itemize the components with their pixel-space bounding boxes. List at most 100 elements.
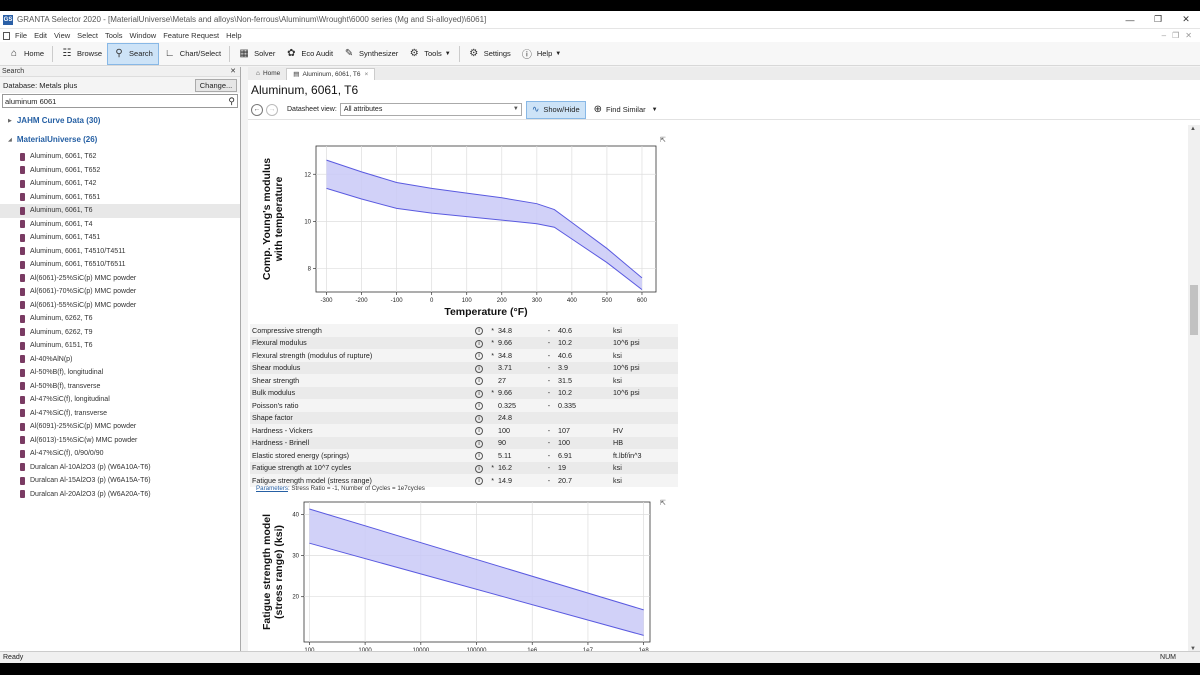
info-icon[interactable]: i xyxy=(470,399,488,412)
group-material-universe[interactable]: ◢ MaterialUniverse (26) xyxy=(0,133,240,146)
list-item[interactable]: Al-50%B(f), transverse xyxy=(0,380,240,394)
parameters-link[interactable]: Parameters xyxy=(256,485,288,492)
settings-button[interactable]: ⚙ Settings xyxy=(463,43,516,65)
menu-feature-request[interactable]: Feature Request xyxy=(163,31,219,40)
info-icon[interactable]: i xyxy=(470,349,488,362)
list-item[interactable]: Aluminum, 6061, T62 xyxy=(0,150,240,164)
chart-expand-icon[interactable]: ⇱ xyxy=(660,136,666,144)
chart-expand-icon[interactable]: ⇱ xyxy=(660,499,666,507)
menu-help[interactable]: Help xyxy=(226,31,241,40)
info-circle-icon[interactable]: i xyxy=(475,402,483,411)
document-icon[interactable] xyxy=(3,31,10,40)
eco-audit-button[interactable]: ✿ Eco Audit xyxy=(280,43,338,65)
help-button[interactable]: ⓘ Help ▼ xyxy=(516,43,566,65)
info-circle-icon[interactable]: i xyxy=(475,427,483,436)
info-circle-icon[interactable]: i xyxy=(475,339,483,348)
menu-select[interactable]: Select xyxy=(77,31,98,40)
info-icon[interactable]: i xyxy=(470,474,488,487)
list-item[interactable]: Al(6061)-55%SiC(p) MMC powder xyxy=(0,299,240,313)
minimize-icon[interactable]: — xyxy=(1116,15,1144,25)
list-item[interactable]: Aluminum, 6061, T651 xyxy=(0,191,240,205)
back-arrow-icon[interactable]: ← xyxy=(251,103,263,116)
list-item[interactable]: Al(6091)-25%SiC(p) MMC powder xyxy=(0,420,240,434)
info-icon[interactable]: i xyxy=(470,374,488,387)
list-item[interactable]: Al-47%SiC(f), longitudinal xyxy=(0,393,240,407)
tab-datasheet[interactable]: ▤ Aluminum, 6061, T6 × xyxy=(286,68,376,81)
info-circle-icon[interactable]: i xyxy=(475,439,483,448)
menu-file[interactable]: File xyxy=(15,31,27,40)
info-circle-icon[interactable]: i xyxy=(475,327,483,336)
info-circle-icon[interactable]: i xyxy=(475,414,483,423)
menu-window[interactable]: Window xyxy=(130,31,157,40)
list-item[interactable]: Al(6013)-15%SiC(w) MMC powder xyxy=(0,434,240,448)
list-item[interactable]: Al(6061)-25%SiC(p) MMC powder xyxy=(0,272,240,286)
tools-button[interactable]: ⚙ Tools ▼ xyxy=(403,43,455,65)
scrollbar-thumb[interactable] xyxy=(1190,285,1198,335)
material-record-icon xyxy=(20,233,25,242)
list-item[interactable]: Aluminum, 6061, T652 xyxy=(0,164,240,178)
info-circle-icon[interactable]: i xyxy=(475,477,483,486)
search-input[interactable]: aluminum 6061 ⚲ xyxy=(2,94,238,108)
group-jahm-curve-data[interactable]: ▶ JAHM Curve Data (30) xyxy=(0,114,240,127)
list-item[interactable]: Al-50%B(f), longitudinal xyxy=(0,366,240,380)
inner-close-icon[interactable]: ✕ xyxy=(1185,31,1192,40)
list-item[interactable]: Aluminum, 6262, T6 xyxy=(0,312,240,326)
info-icon[interactable]: i xyxy=(470,386,488,399)
info-icon[interactable]: i xyxy=(470,361,488,374)
panel-close-icon[interactable]: ✕ xyxy=(230,67,240,76)
datasheet-view-select[interactable]: All attributes ▼ xyxy=(339,103,522,116)
collapse-arrow-icon[interactable]: ◢ xyxy=(8,137,12,143)
list-item[interactable]: Al-47%SiC(f), 0/90/0/90 xyxy=(0,447,240,461)
change-database-button[interactable]: Change... xyxy=(195,78,237,92)
search-button[interactable]: ⚲ Search xyxy=(107,42,159,65)
find-similar-button[interactable]: ⊕ Find Similar ▼ xyxy=(594,104,658,115)
tab-home[interactable]: ⌂ Home xyxy=(250,68,286,80)
scroll-up-icon[interactable]: ▲ xyxy=(1190,126,1196,132)
inner-minimize-icon[interactable]: – xyxy=(1162,31,1166,40)
tab-close-icon[interactable]: × xyxy=(365,69,369,81)
show-hide-button[interactable]: ∿ Show/Hide xyxy=(525,100,586,119)
info-icon[interactable]: i xyxy=(470,411,488,424)
info-icon[interactable]: i xyxy=(470,461,488,474)
list-item[interactable]: Aluminum, 6151, T6 xyxy=(0,339,240,353)
close-icon[interactable]: ✕ xyxy=(1172,14,1200,25)
list-item[interactable]: Aluminum, 6262, T9 xyxy=(0,326,240,340)
synthesizer-button[interactable]: ✎ Synthesizer xyxy=(338,43,403,65)
info-circle-icon[interactable]: i xyxy=(475,377,483,386)
info-circle-icon[interactable]: i xyxy=(475,352,483,361)
restore-icon[interactable]: ❐ xyxy=(1144,14,1172,25)
list-item[interactable]: Aluminum, 6061, T42 xyxy=(0,177,240,191)
list-item[interactable]: Aluminum, 6061, T6510/T6511 xyxy=(0,258,240,272)
list-item[interactable]: Al-40%AlN(p) xyxy=(0,353,240,367)
list-item[interactable]: Aluminum, 6061, T451 xyxy=(0,231,240,245)
info-icon[interactable]: i xyxy=(470,324,488,337)
info-icon[interactable]: i xyxy=(470,336,488,349)
info-circle-icon[interactable]: i xyxy=(475,452,483,461)
info-circle-icon[interactable]: i xyxy=(475,364,483,373)
expand-arrow-icon[interactable]: ▶ xyxy=(8,118,12,124)
datasheet-scrollbar[interactable]: ▲ ▼ xyxy=(1188,125,1200,653)
chart-select-button[interactable]: ∟ Chart/Select xyxy=(159,43,226,65)
menu-edit[interactable]: Edit xyxy=(34,31,47,40)
search-icon[interactable]: ⚲ xyxy=(228,96,235,107)
list-item[interactable]: Aluminum, 6061, T4 xyxy=(0,218,240,232)
info-circle-icon[interactable]: i xyxy=(475,389,483,398)
info-circle-icon[interactable]: i xyxy=(475,464,483,473)
list-item[interactable]: Duralcan Al-15Al2O3 (p) (W6A15A-T6) xyxy=(0,474,240,488)
list-item[interactable]: Duralcan Al-20Al2O3 (p) (W6A20A-T6) xyxy=(0,488,240,502)
info-icon[interactable]: i xyxy=(470,436,488,449)
list-item[interactable]: Al(6061)-70%SiC(p) MMC powder xyxy=(0,285,240,299)
menu-view[interactable]: View xyxy=(54,31,70,40)
forward-arrow-icon[interactable]: → xyxy=(266,103,278,116)
list-item[interactable]: Duralcan Al-10Al2O3 (p) (W6A10A-T6) xyxy=(0,461,240,475)
browse-button[interactable]: ☷ Browse xyxy=(56,43,107,65)
list-item[interactable]: Al-47%SiC(f), transverse xyxy=(0,407,240,421)
home-button[interactable]: ⌂ Home xyxy=(3,43,49,65)
solver-button[interactable]: ▦ Solver xyxy=(233,43,280,65)
info-icon[interactable]: i xyxy=(470,449,488,462)
list-item[interactable]: Aluminum, 6061, T6 xyxy=(0,204,240,218)
inner-restore-icon[interactable]: ❐ xyxy=(1172,31,1179,40)
info-icon[interactable]: i xyxy=(470,424,488,437)
list-item[interactable]: Aluminum, 6061, T4510/T4511 xyxy=(0,245,240,259)
menu-tools[interactable]: Tools xyxy=(105,31,123,40)
